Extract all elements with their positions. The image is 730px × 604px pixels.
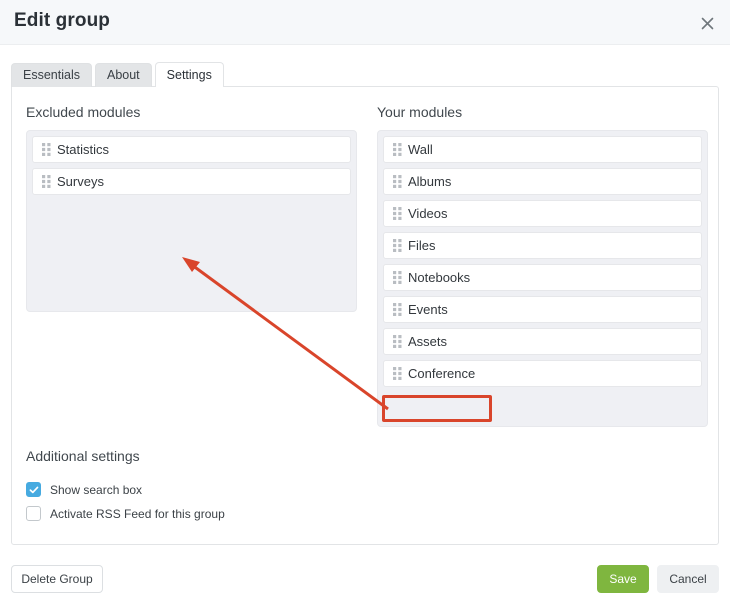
- drag-handle-icon[interactable]: [393, 143, 402, 156]
- tab-settings[interactable]: Settings: [154, 62, 224, 87]
- delete-group-button[interactable]: Delete Group: [11, 565, 103, 593]
- save-button[interactable]: Save: [597, 565, 649, 593]
- cancel-button[interactable]: Cancel: [657, 565, 719, 593]
- page-title: Edit group: [14, 10, 110, 31]
- list-item[interactable]: Videos: [383, 200, 702, 227]
- list-item-label: Files: [408, 238, 436, 253]
- drag-handle-icon[interactable]: [393, 175, 402, 188]
- list-item-conference[interactable]: Conference: [383, 360, 702, 387]
- checkbox-row-activate-rss-feed[interactable]: Activate RSS Feed for this group: [26, 506, 225, 521]
- checkbox-label: Show search box: [50, 482, 143, 497]
- your-modules-label: Your modules: [377, 104, 463, 120]
- drag-handle-icon[interactable]: [393, 335, 402, 348]
- tab-essentials[interactable]: Essentials: [11, 63, 92, 87]
- checkbox-label: Activate RSS Feed for this group: [50, 506, 225, 521]
- drag-handle-icon[interactable]: [393, 303, 402, 316]
- tab-bar: Essentials About Settings: [11, 62, 227, 87]
- list-item-label: Notebooks: [408, 270, 471, 285]
- list-item[interactable]: Events: [383, 296, 702, 323]
- list-item-label: Statistics: [57, 142, 110, 157]
- list-item-label: Surveys: [57, 174, 104, 189]
- list-item[interactable]: Notebooks: [383, 264, 702, 291]
- drag-handle-icon[interactable]: [42, 143, 51, 156]
- tab-about[interactable]: About: [94, 63, 152, 87]
- list-item-label: Albums: [408, 174, 452, 189]
- excluded-modules-label: Excluded modules: [26, 104, 141, 120]
- list-item[interactable]: Assets: [383, 328, 702, 355]
- additional-settings-label: Additional settings: [26, 448, 140, 464]
- drag-handle-icon[interactable]: [393, 239, 402, 252]
- your-modules-list[interactable]: Wall Albums Videos Files Notebooks Event…: [377, 130, 708, 427]
- list-item-label: Events: [408, 302, 448, 317]
- list-item[interactable]: Files: [383, 232, 702, 259]
- list-item-label: Wall: [408, 142, 433, 157]
- checkbox-show-search-box[interactable]: [26, 482, 41, 497]
- list-item-label: Conference: [408, 366, 476, 381]
- excluded-modules-list[interactable]: Statistics Surveys: [26, 130, 357, 312]
- close-icon[interactable]: [694, 10, 720, 36]
- drag-handle-icon[interactable]: [393, 207, 402, 220]
- list-item[interactable]: Statistics: [32, 136, 351, 163]
- list-item-label: Videos: [408, 206, 448, 221]
- drag-handle-icon[interactable]: [42, 175, 51, 188]
- drag-handle-icon[interactable]: [393, 271, 402, 284]
- list-item-label: Assets: [408, 334, 448, 349]
- checkbox-row-show-search-box[interactable]: Show search box: [26, 482, 142, 497]
- list-item[interactable]: Albums: [383, 168, 702, 195]
- list-item[interactable]: Wall: [383, 136, 702, 163]
- list-item[interactable]: Surveys: [32, 168, 351, 195]
- drag-handle-icon[interactable]: [393, 367, 402, 380]
- checkbox-activate-rss-feed[interactable]: [26, 506, 41, 521]
